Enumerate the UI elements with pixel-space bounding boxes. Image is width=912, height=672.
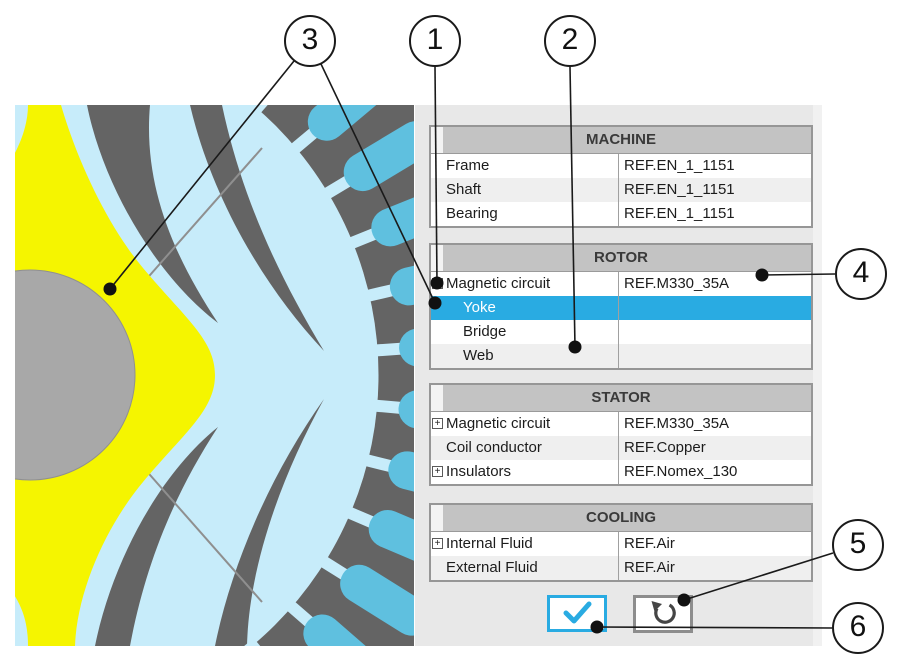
check-icon <box>552 600 602 626</box>
row-internal-fluid[interactable]: + Internal Fluid REF.Air <box>431 532 811 556</box>
row-coil-conductor[interactable]: Coil conductor REF.Copper <box>431 436 811 460</box>
header-strip <box>431 245 443 271</box>
callout-1: 1 <box>409 15 461 67</box>
header-strip <box>431 127 443 153</box>
machine-title: MACHINE <box>586 131 656 148</box>
app-window: MACHINE Frame REF.EN_1_1151 Shaft REF.EN… <box>0 0 912 672</box>
row-web[interactable]: Web <box>431 344 811 368</box>
callout-5: 5 <box>832 519 884 571</box>
rotor-table-header: ROTOR <box>431 245 811 272</box>
expand-icon[interactable]: + <box>432 418 443 429</box>
header-strip <box>431 385 443 411</box>
callout-2: 2 <box>544 15 596 67</box>
machine-table-header: MACHINE <box>431 127 811 154</box>
row-frame[interactable]: Frame REF.EN_1_1151 <box>431 154 811 178</box>
header-strip <box>431 505 443 531</box>
collapse-icon[interactable]: − <box>432 278 443 289</box>
expand-icon[interactable]: + <box>432 466 443 477</box>
cooling-table: COOLING + Internal Fluid REF.Air Externa… <box>429 503 813 582</box>
callout-3: 3 <box>284 15 336 67</box>
row-shaft[interactable]: Shaft REF.EN_1_1151 <box>431 178 811 202</box>
cooling-title: COOLING <box>586 509 656 526</box>
row-stator-magnetic-circuit[interactable]: + Magnetic circuit REF.M330_35A <box>431 412 811 436</box>
row-bridge[interactable]: Bridge <box>431 320 811 344</box>
cooling-table-header: COOLING <box>431 505 811 532</box>
stator-table-header: STATOR <box>431 385 811 412</box>
panel-edge-strip <box>813 105 822 646</box>
row-rotor-magnetic-circuit[interactable]: − Magnetic circuit REF.M330_35A <box>431 272 811 296</box>
stator-table: STATOR + Magnetic circuit REF.M330_35A C… <box>429 383 813 486</box>
machine-table: MACHINE Frame REF.EN_1_1151 Shaft REF.EN… <box>429 125 813 228</box>
row-bearing[interactable]: Bearing REF.EN_1_1151 <box>431 202 811 226</box>
validate-button[interactable] <box>547 595 607 632</box>
row-insulators[interactable]: + Insulators REF.Nomex_130 <box>431 460 811 484</box>
reset-button[interactable] <box>633 595 693 633</box>
rotor-table: ROTOR − Magnetic circuit REF.M330_35A Yo… <box>429 243 813 370</box>
stator-title: STATOR <box>591 389 650 406</box>
rotor-title: ROTOR <box>594 249 648 266</box>
reset-arrow-icon <box>649 600 677 628</box>
callout-4: 4 <box>835 248 887 300</box>
row-yoke-selected[interactable]: Yoke <box>431 296 811 320</box>
expand-icon[interactable]: + <box>432 538 443 549</box>
callout-6: 6 <box>832 602 884 654</box>
row-external-fluid[interactable]: External Fluid REF.Air <box>431 556 811 580</box>
motor-cross-section <box>15 105 414 646</box>
